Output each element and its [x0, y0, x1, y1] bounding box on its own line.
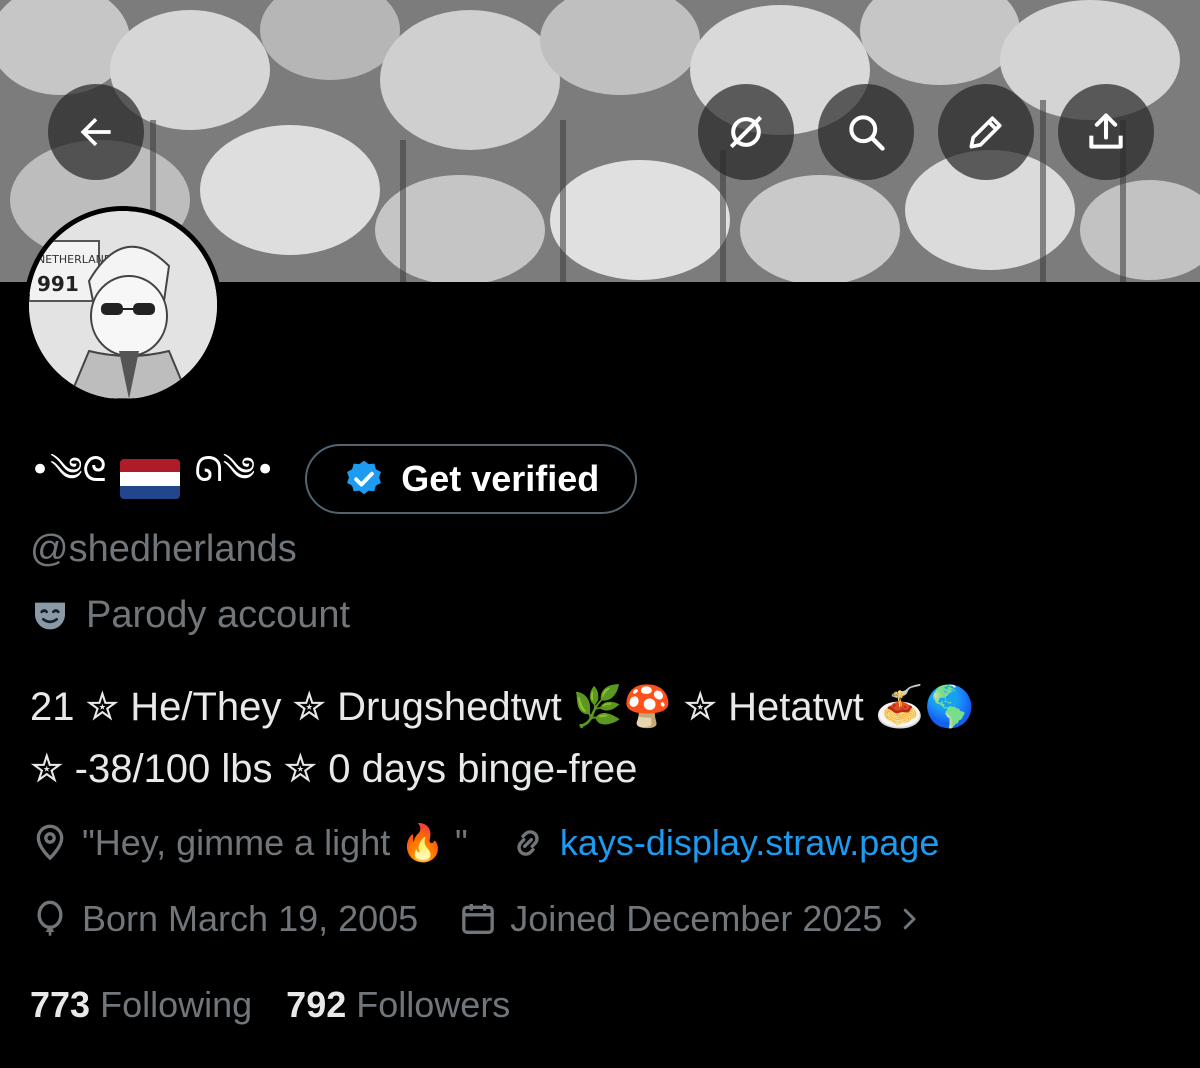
location-pin-icon [36, 824, 64, 861]
get-verified-button[interactable]: Get verified [305, 444, 638, 514]
chevron-right-icon [904, 908, 916, 930]
born-joined-row: Born March 19, 2005 Joined December 2025 [30, 898, 924, 940]
location-item: "Hey, gimme a light 🔥 " [30, 822, 468, 864]
back-button[interactable] [48, 84, 144, 180]
joined-item[interactable]: Joined December 2025 [458, 898, 924, 940]
born-text: Born March 19, 2005 [82, 898, 419, 939]
profile-bio: 21 ✮ He/They ✮ Drugshedtwt 🌿🍄 ✮ Hetatwt … [30, 676, 1170, 800]
parody-label: Parody account [86, 594, 351, 636]
following-count: 773 [30, 984, 91, 1025]
search-icon [849, 115, 885, 151]
bio-line-1: 21 ✮ He/They ✮ Drugshedtwt 🌿🍄 ✮ Hetatwt … [30, 685, 975, 729]
get-verified-label: Get verified [401, 458, 600, 499]
bio-line-2: ✮ -38/100 lbs ✮ 0 days binge-free [30, 747, 638, 791]
arrow-left-icon [80, 117, 111, 147]
website-item[interactable]: kays-display.straw.page [508, 822, 940, 864]
location-website-row: "Hey, gimme a light 🔥 " kays-display.str… [30, 822, 939, 864]
followers-count: 792 [286, 984, 347, 1025]
joined-text: Joined December 2025 [510, 898, 883, 939]
parody-label-row: Parody account [30, 594, 350, 637]
netherlands-flag-icon [120, 459, 181, 499]
followers-stat[interactable]: 792 Followers [286, 984, 510, 1026]
share-button[interactable] [1058, 84, 1154, 180]
display-name-right: ᘏ༄• [194, 450, 276, 490]
edit-icon [969, 116, 1002, 149]
following-stat[interactable]: 773 Following [30, 984, 252, 1026]
anime-character-avatar-image: NETHERLANDS 991 [29, 211, 217, 399]
profile-handle: @shedherlands [30, 528, 297, 570]
avatar[interactable]: NETHERLANDS 991 [24, 206, 222, 404]
share-icon [1089, 113, 1123, 149]
following-label: Following [100, 984, 253, 1025]
birthday-item: Born March 19, 2005 [30, 898, 418, 940]
search-button[interactable] [818, 84, 914, 180]
display-name: •༄ᘓ ᘏ༄• [30, 431, 275, 527]
balloon-icon [37, 900, 63, 936]
website-link[interactable]: kays-display.straw.page [560, 822, 940, 864]
edit-button[interactable] [938, 84, 1034, 180]
grok-button[interactable] [698, 84, 794, 180]
follow-stats: 773 Following 792 Followers [30, 984, 510, 1026]
grok-icon [729, 115, 763, 149]
avatar-image: NETHERLANDS 991 [29, 211, 217, 399]
link-icon [517, 830, 539, 856]
svg-text:991: 991 [37, 272, 79, 296]
verified-badge-icon [347, 460, 382, 495]
location-text: "Hey, gimme a light 🔥 " [82, 822, 468, 863]
display-name-left: •༄ᘓ [30, 450, 107, 490]
calendar-icon [462, 904, 495, 934]
followers-label: Followers [356, 984, 511, 1025]
theater-mask-icon [35, 602, 65, 629]
